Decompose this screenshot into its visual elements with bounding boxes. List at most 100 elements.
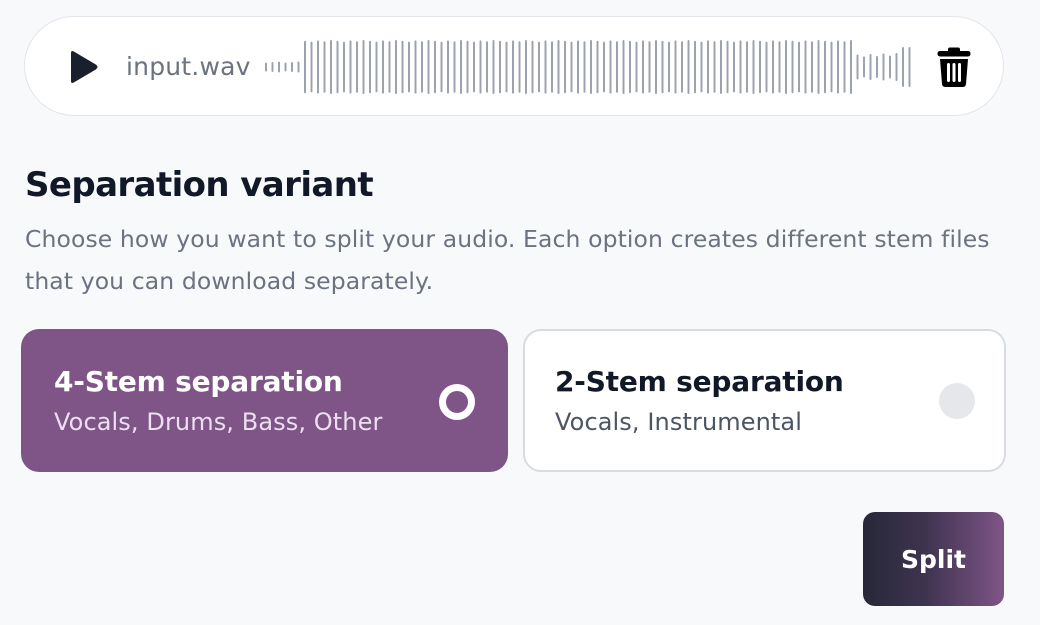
waveform-bar	[564, 40, 566, 94]
waveform-bar	[635, 41, 638, 93]
waveform-bar	[440, 41, 443, 93]
waveform-bar	[869, 54, 872, 80]
option-title: 4-Stem separation	[54, 365, 343, 398]
waveform-bar	[382, 40, 384, 94]
waveform-bar	[746, 41, 748, 93]
waveform-bar	[297, 61, 300, 73]
trash-icon[interactable]	[937, 46, 971, 88]
waveform-bar	[609, 40, 612, 94]
waveform-bar	[668, 41, 670, 93]
waveform-bar	[557, 40, 560, 94]
waveform-bar	[473, 41, 475, 93]
waveform-bar	[876, 56, 878, 78]
waveform-bar	[707, 40, 709, 94]
waveform-bar	[434, 40, 436, 94]
waveform-bar	[837, 40, 839, 94]
option-2-stem[interactable]: 2-Stem separation Vocals, Instrumental	[523, 329, 1006, 472]
waveform-bar	[713, 41, 716, 93]
radio-unselected-icon[interactable]	[939, 383, 975, 419]
waveform-bar	[349, 40, 352, 94]
waveform-bar	[642, 40, 644, 94]
waveform-bar	[265, 62, 267, 72]
waveform-bar	[616, 41, 618, 93]
waveform-bar	[759, 40, 761, 94]
waveform-bar	[479, 40, 482, 94]
waveform-bar	[694, 40, 696, 94]
waveform-bar	[603, 41, 605, 93]
waveform-bar	[765, 41, 768, 93]
waveform-bar	[856, 54, 859, 80]
waveform-bar	[739, 40, 742, 94]
waveform-bar	[674, 40, 677, 94]
waveform-bar	[505, 41, 508, 93]
waveform-bar	[681, 41, 683, 93]
waveform-bar	[531, 40, 534, 94]
waveform-bar	[590, 40, 592, 94]
waveform-bar	[863, 56, 865, 78]
waveform-bar	[291, 62, 293, 72]
waveform-bar	[811, 41, 813, 93]
waveform-bar	[687, 40, 690, 94]
waveform-bar	[785, 40, 787, 94]
waveform-bar	[882, 53, 885, 81]
waveform-bar	[830, 41, 833, 93]
waveform-bar	[577, 40, 579, 94]
waveform-bar	[733, 41, 735, 93]
waveform-bar	[278, 61, 280, 73]
section-description: Choose how you want to split your audio.…	[25, 225, 990, 295]
waveform-bar	[518, 41, 521, 93]
waveform-bar	[752, 40, 755, 94]
split-button[interactable]: Split	[863, 512, 1004, 606]
waveform-bar	[889, 55, 891, 79]
waveform-bar	[544, 40, 547, 94]
waveform-bar	[427, 40, 430, 94]
waveform-bar	[304, 40, 306, 94]
waveform-bar	[570, 41, 573, 93]
waveform-bar	[310, 41, 313, 93]
waveform-bar	[843, 41, 846, 93]
waveform-bar	[369, 40, 371, 94]
waveform-bar	[395, 40, 397, 94]
waveform-bar	[726, 40, 729, 94]
waveform-bar	[791, 40, 794, 94]
waveform-bar	[492, 40, 495, 94]
waveform-bar	[817, 40, 820, 94]
waveform-bar	[772, 40, 774, 94]
radio-selected-icon[interactable]	[439, 384, 475, 420]
waveform-bar	[343, 41, 345, 93]
waveform-bar	[486, 41, 488, 93]
option-subtitle: Vocals, Drums, Bass, Other	[54, 408, 383, 436]
waveform-bar	[336, 40, 339, 94]
waveform-bar	[583, 41, 586, 93]
waveform-bar	[317, 40, 319, 94]
waveform-bar	[512, 40, 514, 94]
waveform-bar	[700, 41, 703, 93]
waveform-bar	[414, 40, 417, 94]
waveform[interactable]	[263, 35, 915, 99]
waveform-bar	[720, 40, 722, 94]
play-icon[interactable]	[65, 49, 101, 85]
waveform-bar	[629, 40, 631, 94]
waveform-bar	[778, 41, 781, 93]
waveform-bar	[330, 40, 332, 94]
waveform-bar	[538, 41, 540, 93]
waveform-bar	[453, 41, 456, 93]
waveform-bar	[525, 40, 527, 94]
waveform-bar	[284, 62, 287, 72]
waveform-bar	[622, 40, 625, 94]
waveform-bar	[408, 41, 410, 93]
waveform-bar	[648, 41, 651, 93]
waveform-bar	[466, 40, 469, 94]
waveform-bar	[362, 40, 365, 94]
audio-player: input.wav	[24, 16, 1004, 116]
option-4-stem[interactable]: 4-Stem separation Vocals, Drums, Bass, O…	[21, 329, 508, 472]
waveform-bar	[551, 41, 553, 93]
waveform-bar	[401, 40, 404, 94]
waveform-bar	[895, 53, 898, 81]
waveform-bar	[804, 40, 807, 94]
waveform-bar	[460, 40, 462, 94]
option-title: 2-Stem separation	[555, 365, 844, 398]
waveform-bar	[824, 40, 826, 94]
waveform-bar	[499, 40, 501, 94]
waveform-bar	[902, 47, 904, 87]
